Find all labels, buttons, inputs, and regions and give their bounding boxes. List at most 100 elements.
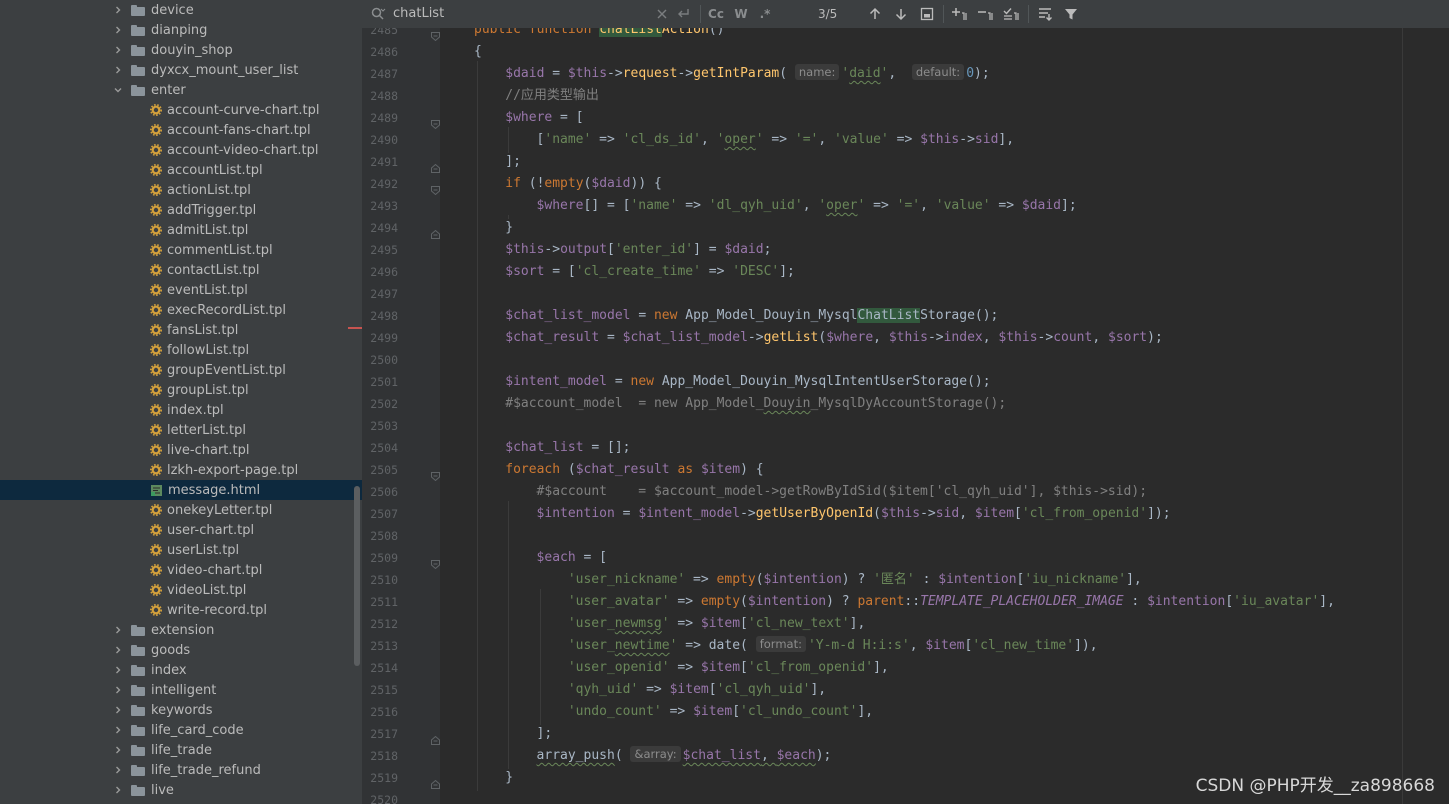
tree-file[interactable]: onekeyLetter.tpl: [0, 500, 362, 520]
tree-file[interactable]: accountList.tpl: [0, 160, 362, 180]
fold-close-icon[interactable]: [431, 224, 440, 239]
arrow-up-icon[interactable]: [865, 4, 885, 24]
code-line[interactable]: 'qyh_uid' => $item['cl_qyh_uid'],: [568, 679, 826, 701]
code-line[interactable]: foreach ($chat_result as $item) {: [505, 459, 763, 481]
tree-folder[interactable]: life_trade_refund: [0, 760, 362, 780]
tree-folder[interactable]: device: [0, 0, 362, 20]
tree-folder[interactable]: index: [0, 660, 362, 680]
select-all-matches-icon[interactable]: [1002, 4, 1022, 24]
code-editor[interactable]: 2485 2486 2487 2488 2489 2490 2491 2492 2493 2494…: [362, 28, 1449, 804]
tree-file[interactable]: followList.tpl: [0, 340, 362, 360]
tree-file[interactable]: letterList.tpl: [0, 420, 362, 440]
find-input[interactable]: chatList: [393, 4, 653, 24]
tree-file[interactable]: account-curve-chart.tpl: [0, 100, 362, 120]
code-line[interactable]: $this->output['enter_id'] = $daid;: [505, 239, 771, 261]
tree-file[interactable]: account-video-chart.tpl: [0, 140, 362, 160]
code-line[interactable]: ];: [505, 151, 521, 173]
code-line[interactable]: {: [474, 41, 482, 63]
tree-file[interactable]: write-record.tpl: [0, 600, 362, 620]
code-line[interactable]: array_push( &array: $chat_list, $each);: [537, 745, 831, 767]
tree-file[interactable]: execRecordList.tpl: [0, 300, 362, 320]
code-line[interactable]: $daid = $this->request->getIntParam( nam…: [505, 63, 990, 85]
tree-folder[interactable]: enter: [0, 80, 362, 100]
code-line[interactable]: //应用类型输出: [505, 85, 599, 107]
code-line[interactable]: 'user_avatar' => empty($intention) ? par…: [568, 591, 1335, 613]
filter-lines-icon[interactable]: [1035, 4, 1055, 24]
code-line[interactable]: if (!empty($daid)) {: [505, 173, 662, 195]
chevron-right-icon[interactable]: [112, 680, 124, 700]
tree-scrollbar[interactable]: [354, 486, 360, 666]
tree-file[interactable]: videoList.tpl: [0, 580, 362, 600]
new-line-icon[interactable]: [674, 4, 692, 24]
tree-folder[interactable]: keywords: [0, 700, 362, 720]
tree-file[interactable]: user-chart.tpl: [0, 520, 362, 540]
chevron-right-icon[interactable]: [112, 40, 124, 60]
code-line[interactable]: $chat_list_model = new App_Model_Douyin_…: [505, 305, 998, 327]
fold-open-icon[interactable]: [431, 180, 440, 196]
fold-open-icon[interactable]: [431, 114, 440, 130]
code-line[interactable]: }: [505, 767, 513, 789]
chevron-right-icon[interactable]: [112, 660, 124, 680]
chevron-right-icon[interactable]: [112, 0, 124, 20]
tree-folder[interactable]: life_trade: [0, 740, 362, 760]
tree-folder[interactable]: dianping: [0, 20, 362, 40]
code-line[interactable]: 'undo_count' => $item['cl_undo_count'],: [568, 701, 873, 723]
chevron-right-icon[interactable]: [112, 720, 124, 740]
tree-folder[interactable]: life_card_code: [0, 720, 362, 740]
tree-file[interactable]: fansList.tpl: [0, 320, 362, 340]
fold-open-icon[interactable]: [431, 466, 440, 482]
remove-selection-icon[interactable]: [976, 4, 996, 24]
tree-file[interactable]: groupList.tpl: [0, 380, 362, 400]
add-selection-icon[interactable]: [950, 4, 970, 24]
code-line[interactable]: $chat_list = [];: [505, 437, 630, 459]
tree-file[interactable]: live-chart.tpl: [0, 440, 362, 460]
select-all-occurrences-icon[interactable]: [917, 4, 937, 24]
chevron-right-icon[interactable]: [112, 60, 124, 80]
code-line[interactable]: $intention = $intent_model->getUserByOpe…: [537, 503, 1171, 525]
code-line[interactable]: 'user_openid' => $item['cl_from_openid']…: [568, 657, 889, 679]
code-line[interactable]: $where[] = ['name' => 'dl_qyh_uid', 'ope…: [537, 195, 1077, 217]
tree-file[interactable]: admitList.tpl: [0, 220, 362, 240]
tree-folder[interactable]: douyin_shop: [0, 40, 362, 60]
tree-folder[interactable]: extension: [0, 620, 362, 640]
code-line[interactable]: $intent_model = new App_Model_Douyin_Mys…: [505, 371, 990, 393]
tree-file[interactable]: commentList.tpl: [0, 240, 362, 260]
tree-file[interactable]: actionList.tpl: [0, 180, 362, 200]
code-line[interactable]: #$account = $account_model->getRowByIdSi…: [537, 481, 1147, 503]
tree-file[interactable]: userList.tpl: [0, 540, 362, 560]
chevron-right-icon[interactable]: [112, 700, 124, 720]
tree-file[interactable]: video-chart.tpl: [0, 560, 362, 580]
code-line[interactable]: ];: [537, 723, 553, 745]
chevron-right-icon[interactable]: [112, 620, 124, 640]
fold-close-icon[interactable]: [431, 730, 440, 745]
fold-open-icon[interactable]: [431, 554, 440, 570]
code-line[interactable]: ['name' => 'cl_ds_id', 'oper' => '=', 'v…: [537, 129, 1015, 151]
tree-file[interactable]: groupEventList.tpl: [0, 360, 362, 380]
code-line[interactable]: 'user_nickname' => empty($intention) ? '…: [568, 569, 1142, 591]
code-line[interactable]: #$account_model = new App_Model_Douyin_M…: [505, 393, 1006, 415]
tree-file[interactable]: contactList.tpl: [0, 260, 362, 280]
fold-open-icon[interactable]: [431, 28, 440, 42]
search-icon[interactable]: [370, 6, 386, 22]
tree-file[interactable]: eventList.tpl: [0, 280, 362, 300]
match-case-button[interactable]: Cc: [707, 4, 725, 24]
code-line[interactable]: public function chatListAction(): [474, 28, 724, 41]
chevron-down-icon[interactable]: [112, 80, 124, 100]
code-line[interactable]: $chat_result = $chat_list_model->getList…: [505, 327, 1163, 349]
tree-file[interactable]: lzkh-export-page.tpl: [0, 460, 362, 480]
code-line[interactable]: $where = [: [505, 107, 583, 129]
filter-icon[interactable]: [1061, 4, 1081, 24]
tree-folder[interactable]: live: [0, 780, 362, 800]
tree-file[interactable]: addTrigger.tpl: [0, 200, 362, 220]
regex-button[interactable]: .*: [757, 4, 773, 24]
whole-words-button[interactable]: W: [733, 4, 749, 24]
chevron-right-icon[interactable]: [112, 760, 124, 780]
tree-folder[interactable]: goods: [0, 640, 362, 660]
fold-close-icon[interactable]: [431, 158, 440, 173]
tree-folder[interactable]: intelligent: [0, 680, 362, 700]
arrow-down-icon[interactable]: [891, 4, 911, 24]
code-line[interactable]: }: [505, 217, 513, 239]
chevron-right-icon[interactable]: [112, 640, 124, 660]
clear-search-icon[interactable]: [654, 4, 670, 24]
tree-file[interactable]: account-fans-chart.tpl: [0, 120, 362, 140]
